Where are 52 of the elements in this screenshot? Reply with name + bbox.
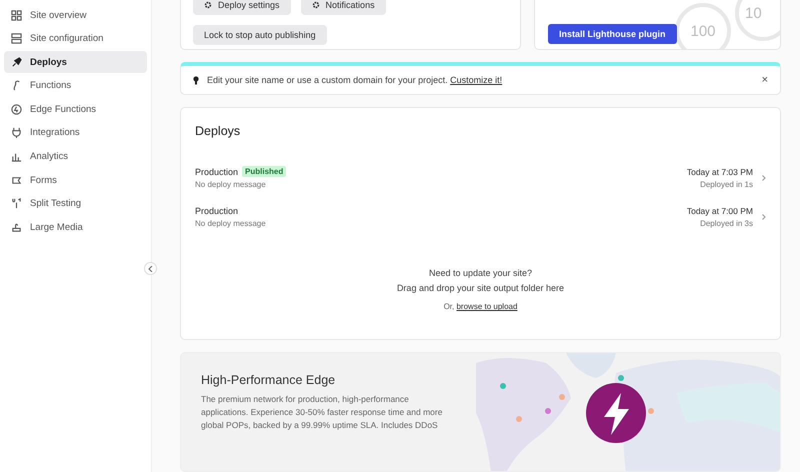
close-button[interactable]: ×	[762, 74, 768, 86]
notice-text: Edit your site name or use a custom domain for your project. Customize it!	[207, 75, 504, 86]
nav-icon	[11, 127, 22, 138]
nav-icon	[11, 104, 22, 115]
deploy-duration: Deployed in 3s	[700, 218, 753, 228]
settings-button[interactable]: Deploy settings	[193, 0, 291, 15]
nav-icon	[11, 56, 22, 68]
chevron-icon[interactable]	[762, 214, 766, 220]
sidebar-item[interactable]: Analytics	[4, 146, 147, 168]
deploys-title: Deploys	[195, 124, 242, 138]
sidebar-item[interactable]: Deploys	[4, 51, 147, 74]
gear-icon	[312, 1, 320, 9]
lock-button[interactable]: Lock to stop auto publishing	[193, 25, 327, 45]
dropzone-text: Drag and drop your site output folder here	[396, 283, 564, 294]
dropzone-heading: Need to update your site?	[428, 268, 532, 278]
edge-description: The premium network for production, high-performance applications. Experience 30-50% faster response time and more global POPs, backed by a 99.99% uptime SLA. Includes DDoS	[201, 393, 444, 432]
sidebar-item[interactable]: Integrations	[4, 122, 147, 144]
lightbulb-icon	[193, 76, 199, 85]
gear-icon	[204, 1, 212, 9]
sidebar-item[interactable]: Functions	[4, 74, 147, 97]
sidebar-item[interactable]: Split Testing	[4, 192, 147, 215]
nav-icon	[11, 222, 22, 233]
customize-link[interactable]: Customize it!	[450, 75, 502, 86]
nav-icon	[11, 80, 22, 92]
edge-title: High-Performance Edge	[201, 373, 336, 387]
sidebar-item[interactable]: Edge Functions	[4, 98, 147, 120]
collapse-button[interactable]	[144, 262, 157, 275]
sidebar-item[interactable]: Site overview	[4, 4, 147, 26]
nav-icon	[11, 33, 22, 44]
browse-link[interactable]: browse to upload	[456, 302, 518, 312]
deploy-time: Today at 7:00 PM	[686, 206, 753, 216]
sidebar-item[interactable]: Site configuration	[4, 28, 147, 50]
deploy-time: Today at 7:03 PM	[686, 166, 753, 177]
chevron-icon[interactable]	[762, 174, 766, 181]
deploy-message: No deploy message	[195, 218, 267, 228]
settings-button[interactable]: Notifications	[300, 0, 386, 15]
deploy-name[interactable]: Production	[195, 166, 238, 177]
nav-icon	[11, 151, 22, 162]
nav-icon	[11, 174, 22, 186]
status-badge: Published	[242, 166, 286, 178]
or-text: Or,	[444, 302, 454, 312]
deploy-message: No deploy message	[195, 180, 267, 190]
nav-icon	[11, 10, 22, 20]
install-button[interactable]: Install Lighthouse plugin	[548, 24, 676, 44]
chevron-left-icon	[148, 266, 153, 272]
sidebar-item[interactable]: Forms	[4, 169, 147, 192]
sidebar-item[interactable]: Large Media	[4, 216, 147, 238]
lightning-icon	[586, 383, 646, 443]
deploy-name[interactable]: Production	[195, 206, 238, 216]
score-gauge: 10	[735, 0, 780, 41]
deploy-duration: Deployed in 1s	[700, 180, 753, 189]
nav-icon	[11, 198, 22, 210]
